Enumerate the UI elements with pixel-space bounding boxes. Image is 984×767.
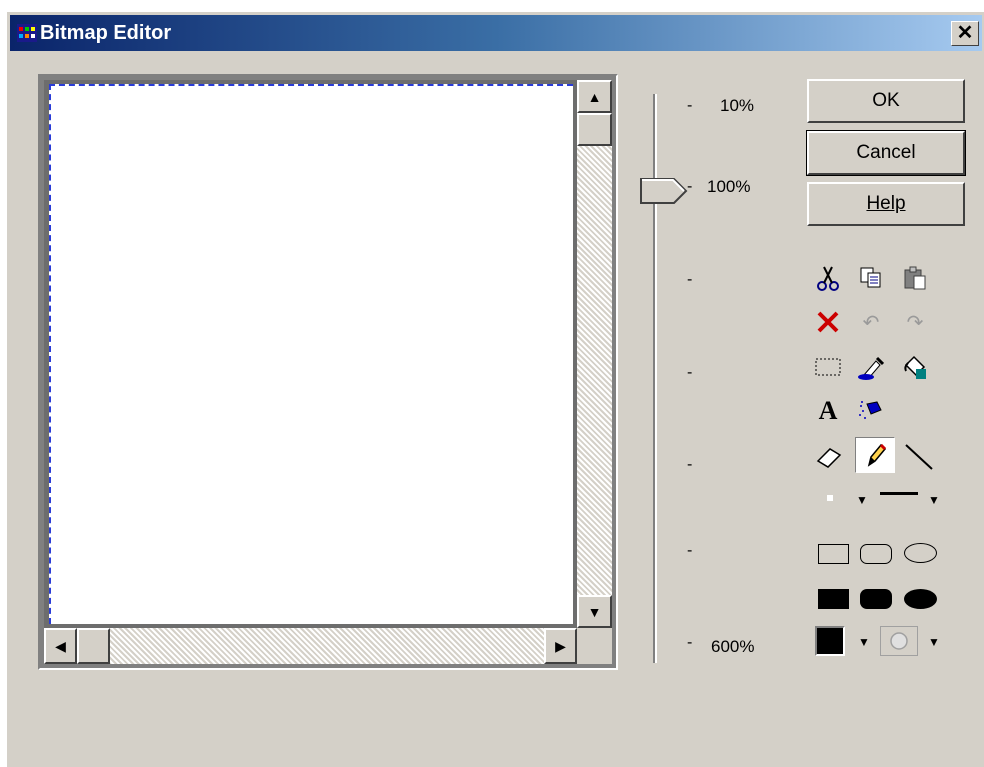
zoom-label-min: 10% <box>720 96 755 115</box>
canvas-viewport: ▲ ▼ ◀ ▶ <box>44 80 612 664</box>
window-title: Bitmap Editor <box>40 22 172 44</box>
scroll-up-button[interactable]: ▲ <box>577 80 612 113</box>
pen-size-indicator <box>827 495 833 501</box>
scroll-down-button[interactable]: ▼ <box>577 595 612 628</box>
zoom-tick: - <box>687 634 693 651</box>
zoom-slider-thumb[interactable] <box>640 178 688 204</box>
zoom-tick: - <box>687 97 693 114</box>
bitmap-canvas[interactable] <box>49 84 573 624</box>
color-picker-icon[interactable] <box>851 349 891 385</box>
help-button-label: Help <box>866 193 906 214</box>
zoom-tick: - <box>687 364 693 381</box>
zoom-tick: - <box>687 542 693 559</box>
cancel-button[interactable]: Cancel <box>806 130 966 176</box>
scrollbar-corner <box>577 628 612 664</box>
undo-icon[interactable]: ↶ <box>851 304 891 340</box>
zoom-tick: - <box>687 456 693 473</box>
pencil-icon[interactable] <box>855 437 895 473</box>
transparent-color-icon <box>890 632 908 650</box>
select-rect-icon[interactable] <box>808 349 848 385</box>
bitmap-app-icon <box>17 24 37 42</box>
vertical-scrollbar[interactable]: ▲ ▼ <box>577 80 612 628</box>
vertical-scroll-thumb[interactable] <box>577 113 612 146</box>
scroll-right-button[interactable]: ▶ <box>544 628 577 664</box>
background-color-dropdown-arrow[interactable]: ▼ <box>923 624 945 660</box>
line-width-dropdown-arrow[interactable]: ▼ <box>923 482 945 518</box>
fill-icon[interactable] <box>895 349 935 385</box>
horizontal-scroll-thumb[interactable] <box>77 628 110 664</box>
delete-icon[interactable] <box>808 304 848 340</box>
zoom-label-current: 100% <box>707 177 751 196</box>
ellipse-outline-icon[interactable] <box>904 543 937 563</box>
rectangle-filled-icon[interactable] <box>818 589 849 609</box>
eraser-icon[interactable] <box>808 439 848 475</box>
bitmap-editor-window: Bitmap Editor ✕ ▲ ▼ ◀ ▶ - - - - - - - 10… <box>6 11 984 767</box>
foreground-color-swatch[interactable] <box>815 626 845 656</box>
arrow-left-icon: ◀ <box>55 637 66 654</box>
paste-icon[interactable] <box>895 260 935 296</box>
rectangle-outline-icon[interactable] <box>818 544 849 564</box>
arrow-up-icon: ▲ <box>587 88 602 105</box>
ellipse-filled-icon[interactable] <box>904 589 937 609</box>
airbrush-icon[interactable] <box>851 393 891 429</box>
rounded-rect-outline-icon[interactable] <box>860 544 892 564</box>
zoom-tick: - <box>687 178 693 195</box>
close-button[interactable]: ✕ <box>951 21 979 46</box>
redo-icon[interactable]: ↷ <box>895 304 935 340</box>
rounded-rect-filled-icon[interactable] <box>860 589 892 609</box>
title-bar[interactable]: Bitmap Editor ✕ <box>10 15 982 51</box>
zoom-label-max: 600% <box>711 637 755 656</box>
zoom-tick: - <box>687 271 693 288</box>
horizontal-scrollbar[interactable]: ◀ ▶ <box>44 628 577 664</box>
background-color-swatch[interactable] <box>880 626 918 656</box>
help-button[interactable]: Help <box>807 182 965 226</box>
line-icon[interactable] <box>899 439 939 475</box>
line-width-indicator <box>880 492 918 495</box>
ok-button[interactable]: OK <box>807 79 965 123</box>
bitmap-canvas-frame: ▲ ▼ ◀ ▶ <box>38 74 618 670</box>
foreground-color-dropdown-arrow[interactable]: ▼ <box>853 624 875 660</box>
cut-icon[interactable] <box>808 260 848 296</box>
text-icon[interactable]: A <box>808 393 848 429</box>
pen-size-dropdown-arrow[interactable]: ▼ <box>851 482 873 518</box>
arrow-down-icon: ▼ <box>587 603 602 620</box>
copy-icon[interactable] <box>851 260 891 296</box>
scroll-left-button[interactable]: ◀ <box>44 628 77 664</box>
arrow-right-icon: ▶ <box>555 637 566 654</box>
